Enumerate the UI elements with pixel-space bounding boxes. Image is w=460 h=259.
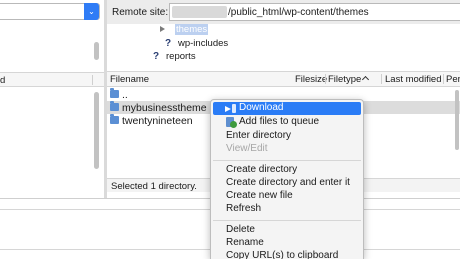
local-column-header[interactable]: d <box>0 75 5 86</box>
local-list-scrollbar[interactable] <box>94 92 99 169</box>
redacted-host-blur <box>172 6 227 18</box>
file-name: .. <box>122 89 128 101</box>
file-name: mybusinesstheme <box>122 102 207 114</box>
sort-ascending-icon <box>361 75 370 84</box>
local-tree-scrollbar[interactable] <box>94 42 99 60</box>
menu-item-label: Add files to queue <box>239 116 320 127</box>
menu-item-create-directory-enter[interactable]: Create directory and enter it <box>213 177 361 190</box>
menu-item-label: Copy URL(s) to clipboard <box>226 250 339 259</box>
menu-item-label: Refresh <box>226 203 262 214</box>
expand-arrow-icon[interactable] <box>160 26 165 32</box>
column-filename[interactable]: Filename <box>110 74 149 85</box>
menu-item-label: Delete <box>226 224 255 235</box>
menu-separator <box>213 220 361 221</box>
menu-item-label: View/Edit <box>226 143 268 154</box>
add-to-queue-icon <box>226 117 237 128</box>
column-filetype[interactable]: Filetype <box>328 74 361 85</box>
menu-item-refresh[interactable]: Refresh <box>213 203 361 216</box>
context-menu: Download Add files to queue Enter direct… <box>210 99 364 259</box>
file-list-header: Filename Filesize Filetype Last modified… <box>107 72 460 87</box>
menu-item-label: Rename <box>226 237 264 248</box>
local-pane: ⌄ d <box>0 0 104 198</box>
column-divider <box>325 74 326 84</box>
column-divider <box>92 75 93 85</box>
menu-item-download[interactable]: Download <box>213 102 361 115</box>
remote-list-scrollbar[interactable] <box>455 90 459 150</box>
remote-path-text: /public_html/wp-content/themes <box>228 7 369 18</box>
question-folder-icon: ? <box>152 51 160 62</box>
folder-icon <box>110 88 119 98</box>
menu-item-label: Download <box>239 102 284 113</box>
column-last-modified[interactable]: Last modified <box>385 74 442 85</box>
local-path-field[interactable]: ⌄ <box>0 3 100 20</box>
local-path-dropdown-button[interactable]: ⌄ <box>84 3 99 20</box>
remote-site-label: Remote site: <box>112 7 169 18</box>
menu-separator <box>213 160 361 161</box>
local-list-header: d <box>0 72 104 87</box>
column-divider <box>381 74 382 84</box>
tree-item-label: reports <box>166 51 196 62</box>
column-permissions[interactable]: Perm <box>446 74 460 85</box>
menu-item-add-to-queue[interactable]: Add files to queue <box>213 116 361 129</box>
column-filesize[interactable]: Filesize <box>295 74 327 85</box>
menu-item-delete[interactable]: Delete <box>213 224 361 237</box>
column-divider <box>443 74 444 84</box>
menu-item-view-edit: View/Edit <box>213 143 361 156</box>
remote-path-field[interactable]: /public_html/wp-content/themes <box>169 3 460 21</box>
menu-item-create-new-file[interactable]: Create new file <box>213 190 361 203</box>
status-text: Selected 1 directory. <box>111 181 197 192</box>
menu-item-label: Create directory <box>226 164 298 175</box>
menu-item-enter-directory[interactable]: Enter directory <box>213 130 361 143</box>
folder-icon <box>110 101 119 111</box>
chevron-down-icon: ⌄ <box>88 7 95 16</box>
menu-item-label: Create new file <box>226 190 293 201</box>
menu-item-copy-urls[interactable]: Copy URL(s) to clipboard <box>213 250 361 259</box>
tree-item-label: themes <box>175 24 209 35</box>
download-icon <box>225 104 236 113</box>
question-folder-icon: ? <box>164 38 172 49</box>
menu-item-label: Enter directory <box>226 130 292 141</box>
file-name: twentynineteen <box>122 115 193 127</box>
remote-site-bar: Remote site: /public_html/wp-content/the… <box>107 0 460 24</box>
menu-item-label: Create directory and enter it <box>226 177 350 188</box>
menu-item-create-directory[interactable]: Create directory <box>213 164 361 177</box>
menu-item-rename[interactable]: Rename <box>213 237 361 250</box>
folder-icon <box>110 114 119 124</box>
tree-item-label: wp-includes <box>178 38 229 49</box>
